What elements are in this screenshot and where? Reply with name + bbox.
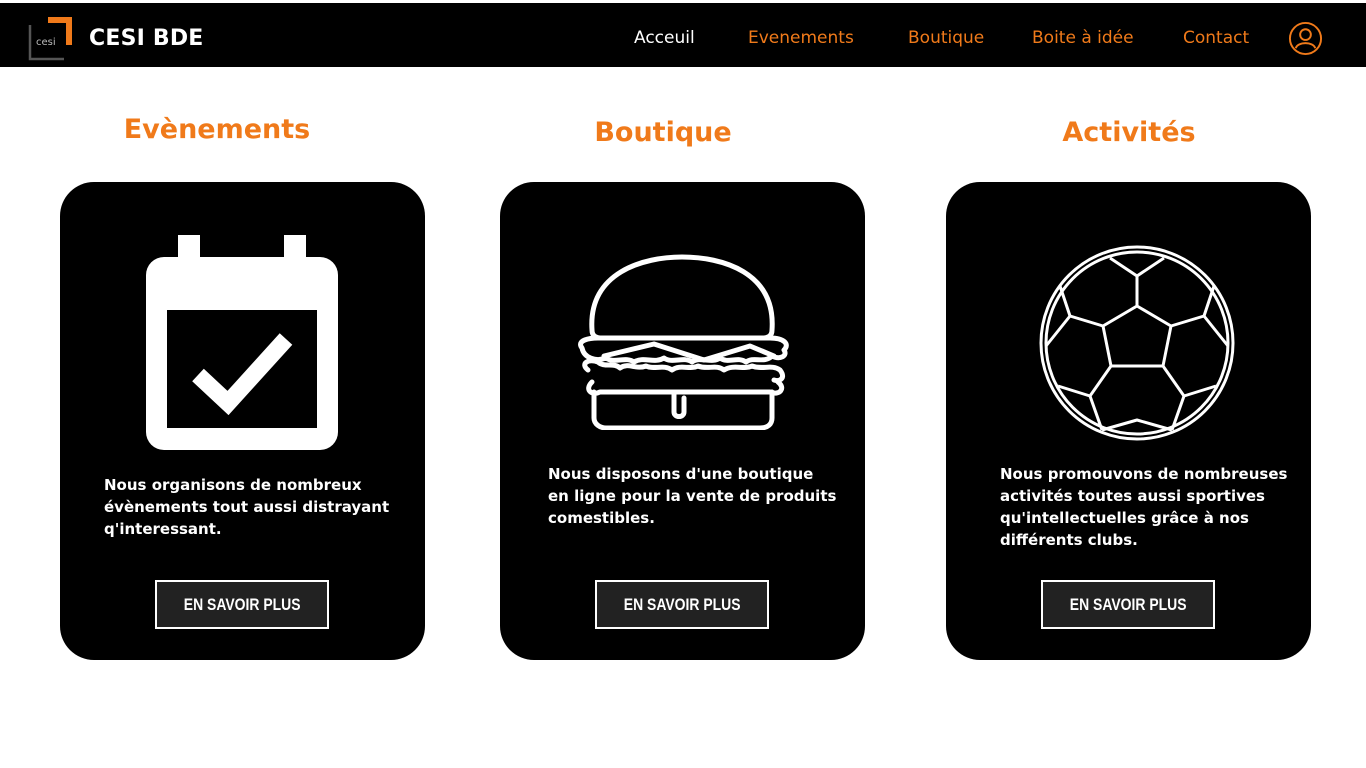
cesi-logo[interactable]: cesi [28,15,74,61]
nav-link-acceuil[interactable]: Acceuil [634,23,695,53]
svg-text:cesi: cesi [36,37,56,48]
top-navbar: cesi CESI BDE Acceuil Evenements Boutiqu… [0,3,1366,67]
nav-link-boite-a-idee[interactable]: Boite à idée [1032,23,1134,53]
nav-link-boutique[interactable]: Boutique [908,23,984,53]
section-title-evenements: Evènements [123,114,311,145]
card-boutique: Nous disposons d'une boutique en ligne p… [500,182,865,660]
card-evenements: Nous organisons de nombreux évènements t… [60,182,425,660]
card-description: Nous organisons de nombreux évènements t… [104,476,390,538]
card-description: Nous promouvons de nombreuses activités … [1000,465,1288,549]
card-activites: Nous promouvons de nombreuses activités … [946,182,1311,660]
en-savoir-plus-button[interactable]: EN SAVOIR PLUS [1041,580,1215,629]
brand-name[interactable]: CESI BDE [89,23,204,55]
burger-icon [578,254,789,430]
nav-link-contact[interactable]: Contact [1183,23,1249,53]
section-title-boutique: Boutique [594,117,732,148]
card-description: Nous disposons d'une boutique en ligne p… [548,465,837,527]
user-circle-icon[interactable] [1288,21,1323,56]
calendar-check-icon [146,235,338,450]
section-title-activites: Activités [1062,117,1196,148]
en-savoir-plus-button[interactable]: EN SAVOIR PLUS [595,580,769,629]
en-savoir-plus-button[interactable]: EN SAVOIR PLUS [155,580,329,629]
nav-link-evenements[interactable]: Evenements [748,23,854,53]
soccer-ball-icon [1039,245,1235,441]
